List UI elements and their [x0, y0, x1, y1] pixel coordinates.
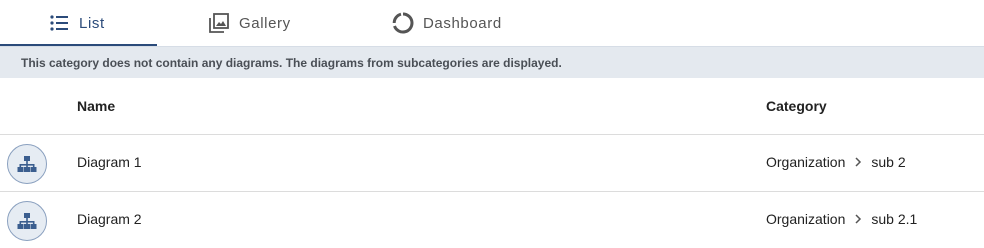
tab-list[interactable]: List	[48, 0, 105, 46]
gallery-icon	[208, 12, 230, 34]
tab-list-label: List	[79, 14, 105, 32]
org-chart-icon	[7, 144, 47, 184]
table-row[interactable]: Diagram 2 Organization sub 2.1	[0, 192, 984, 248]
column-header-category[interactable]: Category	[766, 98, 827, 114]
list-icon	[48, 12, 70, 34]
category-path: Organization sub 2	[766, 154, 906, 170]
tab-dashboard-label: Dashboard	[423, 14, 502, 32]
category-segment[interactable]: sub 2	[871, 154, 905, 170]
diagram-name[interactable]: Diagram 2	[77, 211, 142, 227]
subcategory-notice: This category does not contain any diagr…	[0, 46, 984, 78]
table-row[interactable]: Diagram 1 Organization sub 2	[0, 135, 984, 192]
tab-gallery-label: Gallery	[239, 14, 291, 32]
chevron-right-icon	[855, 157, 862, 167]
table-header: Name Category	[0, 78, 984, 135]
tab-gallery[interactable]: Gallery	[208, 0, 291, 46]
tab-dashboard[interactable]: Dashboard	[392, 0, 502, 46]
column-header-name[interactable]: Name	[77, 98, 115, 114]
org-chart-icon	[7, 201, 47, 241]
chevron-right-icon	[855, 214, 862, 224]
dashboard-icon	[392, 12, 414, 34]
category-segment[interactable]: Organization	[766, 211, 845, 227]
category-segment[interactable]: sub 2.1	[871, 211, 917, 227]
category-segment[interactable]: Organization	[766, 154, 845, 170]
diagram-name[interactable]: Diagram 1	[77, 154, 142, 170]
notice-text: This category does not contain any diagr…	[21, 55, 562, 70]
view-tabs: List Gallery Dashboard	[0, 0, 984, 46]
category-path: Organization sub 2.1	[766, 211, 917, 227]
